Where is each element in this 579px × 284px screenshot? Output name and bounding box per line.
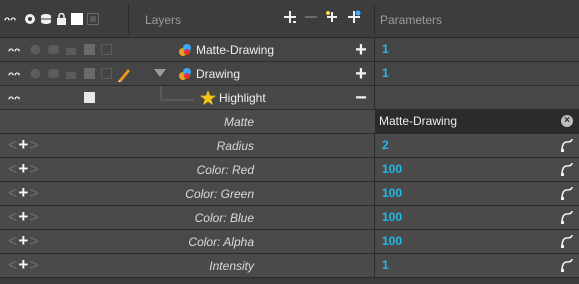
param-value[interactable]: 100 [382,234,402,248]
collapse-triangle-icon[interactable] [154,68,166,82]
database-icon[interactable] [48,44,59,58]
param-label: Color: Alpha [188,235,254,249]
remove-layer-icon[interactable] [304,9,318,28]
column-separator [374,158,375,182]
param-label: Intensity [209,259,254,273]
layer-color-swatch[interactable] [84,92,95,103]
param-value[interactable]: 1 [382,258,389,272]
layer-value[interactable]: 1 [382,66,389,80]
layer-value[interactable]: 1 [382,42,389,56]
white-swatch-icon[interactable] [71,12,83,28]
tree-connector [160,86,200,113]
header-separator [128,4,129,34]
layer-color-swatch[interactable] [84,44,95,55]
column-icons: ᴖᴖ [4,12,99,28]
remove-layer-button[interactable]: − [353,88,369,108]
lock-icon[interactable] [66,44,76,58]
thumbnail-icon[interactable] [101,68,112,79]
layer-row-matte-drawing[interactable]: ᴖᴖ Matte-Drawing + 1 [0,38,579,62]
column-separator [374,254,375,278]
thumbnail-icon[interactable] [101,44,112,55]
animate-onoff-icon[interactable]: ᴖᴖ [8,92,20,107]
param-value[interactable]: 100 [382,186,402,200]
param-row-color-green: <+> Color: Green 100 [0,182,579,206]
param-row-color-blue: <+> Color: Blue 100 [0,206,579,230]
drawing-layer-icon [178,43,192,60]
param-value[interactable]: 2 [382,138,389,152]
animate-onoff-icon[interactable]: ᴖᴖ [8,44,20,59]
matte-value: Matte-Drawing [379,114,458,128]
svg-text:ᴖᴖ: ᴖᴖ [8,94,20,104]
function-curve-icon[interactable] [561,234,573,251]
param-label: Color: Blue [194,211,254,225]
param-row-color-red: <+> Color: Red 100 [0,158,579,182]
param-row-intensity: <+> Intensity 1 [0,254,579,278]
layer-name: Drawing [196,67,241,81]
column-separator [374,62,375,86]
param-label: Color: Green [185,187,254,201]
param-value[interactable]: 100 [382,210,402,224]
column-separator [374,182,375,206]
add-layer-button[interactable]: + [353,64,369,84]
column-separator [374,230,375,254]
column-separator [374,86,375,110]
animate-onoff-icon[interactable]: ᴖᴖ [8,68,20,83]
layer-row-drawing[interactable]: ᴖᴖ Drawing + 1 [0,62,579,86]
lock-icon[interactable] [66,68,76,82]
param-row-matte: Matte Matte-Drawing × [0,110,579,134]
layer-tools [282,9,362,28]
layer-row-highlight[interactable]: ᴖᴖ Highlight − [0,86,579,110]
layers-column-title: Layers [145,13,182,27]
header-separator [374,4,375,34]
database-icon[interactable] [40,13,52,28]
param-label: Matte [223,115,254,129]
keyframe-nav[interactable]: <+> [8,256,40,275]
add-peg-icon[interactable] [324,9,340,28]
lock-icon[interactable] [56,12,67,28]
layer-color-swatch[interactable] [84,68,95,79]
clear-matte-icon[interactable]: × [561,115,573,127]
column-separator [374,206,375,230]
pencil-icon[interactable] [117,66,131,85]
eye-icon[interactable] [24,13,36,28]
drawing-layer-icon [178,67,192,84]
layer-name: Highlight [219,91,266,105]
add-effect-icon[interactable] [346,9,362,28]
layer-properties-panel: ᴖᴖ Layers Parameters ᴖᴖ Matte-Drawing + … [0,0,579,284]
add-layer-icon[interactable] [282,9,298,28]
function-curve-icon[interactable] [561,138,573,155]
keyframe-nav[interactable]: <+> [8,136,40,155]
matte-field[interactable]: Matte-Drawing × [375,110,579,134]
param-row-radius: <+> Radius 2 [0,134,579,158]
param-label: Color: Red [196,163,254,177]
parameters-column-title: Parameters [380,13,443,27]
animate-onoff-icon[interactable]: ᴖᴖ [4,13,20,28]
svg-text:ᴖᴖ: ᴖᴖ [8,70,20,80]
param-label: Radius [216,139,254,153]
svg-text:ᴖᴖ: ᴖᴖ [4,15,16,25]
keyframe-nav[interactable]: <+> [8,160,40,179]
param-row-color-alpha: <+> Color: Alpha 100 [0,230,579,254]
function-curve-icon[interactable] [561,210,573,227]
param-value[interactable]: 100 [382,162,402,176]
database-icon[interactable] [48,68,59,82]
function-curve-icon[interactable] [561,162,573,179]
function-curve-icon[interactable] [561,258,573,275]
star-icon [200,90,216,108]
keyframe-nav[interactable]: <+> [8,208,40,227]
layer-name: Matte-Drawing [196,43,275,57]
keyframe-nav[interactable]: <+> [8,184,40,203]
eye-icon[interactable] [30,68,41,82]
thumbnail-icon[interactable] [87,12,99,28]
timeline-header: ᴖᴖ Layers Parameters [0,0,579,38]
column-separator [374,38,375,62]
function-curve-icon[interactable] [561,186,573,203]
eye-icon[interactable] [30,44,41,58]
column-separator [374,134,375,158]
keyframe-nav[interactable]: <+> [8,232,40,251]
add-layer-button[interactable]: + [353,40,369,60]
svg-text:ᴖᴖ: ᴖᴖ [8,46,20,56]
